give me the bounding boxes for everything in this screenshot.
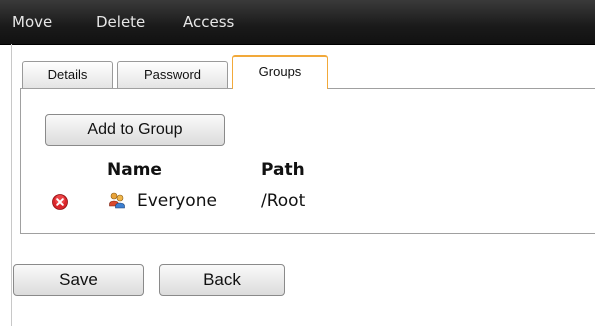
move-menu-item[interactable]: Move <box>12 13 52 31</box>
back-button[interactable]: Back <box>159 264 285 296</box>
top-toolbar: Move Delete Access <box>0 0 595 45</box>
group-path-cell: /Root <box>261 191 306 211</box>
tab-details[interactable]: Details <box>22 61 113 88</box>
access-menu-item[interactable]: Access <box>183 13 234 31</box>
page: Move Delete Access Details Password Grou… <box>0 0 595 326</box>
tab-groups[interactable]: Groups <box>232 55 328 89</box>
column-header-path: Path <box>261 160 305 180</box>
group-name-cell[interactable]: Everyone <box>137 191 217 211</box>
tab-password[interactable]: Password <box>117 61 228 88</box>
add-to-group-button[interactable]: Add to Group <box>45 114 225 146</box>
delete-menu-item[interactable]: Delete <box>96 13 145 31</box>
remove-icon[interactable] <box>52 194 68 210</box>
group-users-icon <box>109 192 125 209</box>
column-header-name: Name <box>107 160 162 180</box>
left-divider <box>11 44 12 326</box>
save-button[interactable]: Save <box>13 264 144 296</box>
